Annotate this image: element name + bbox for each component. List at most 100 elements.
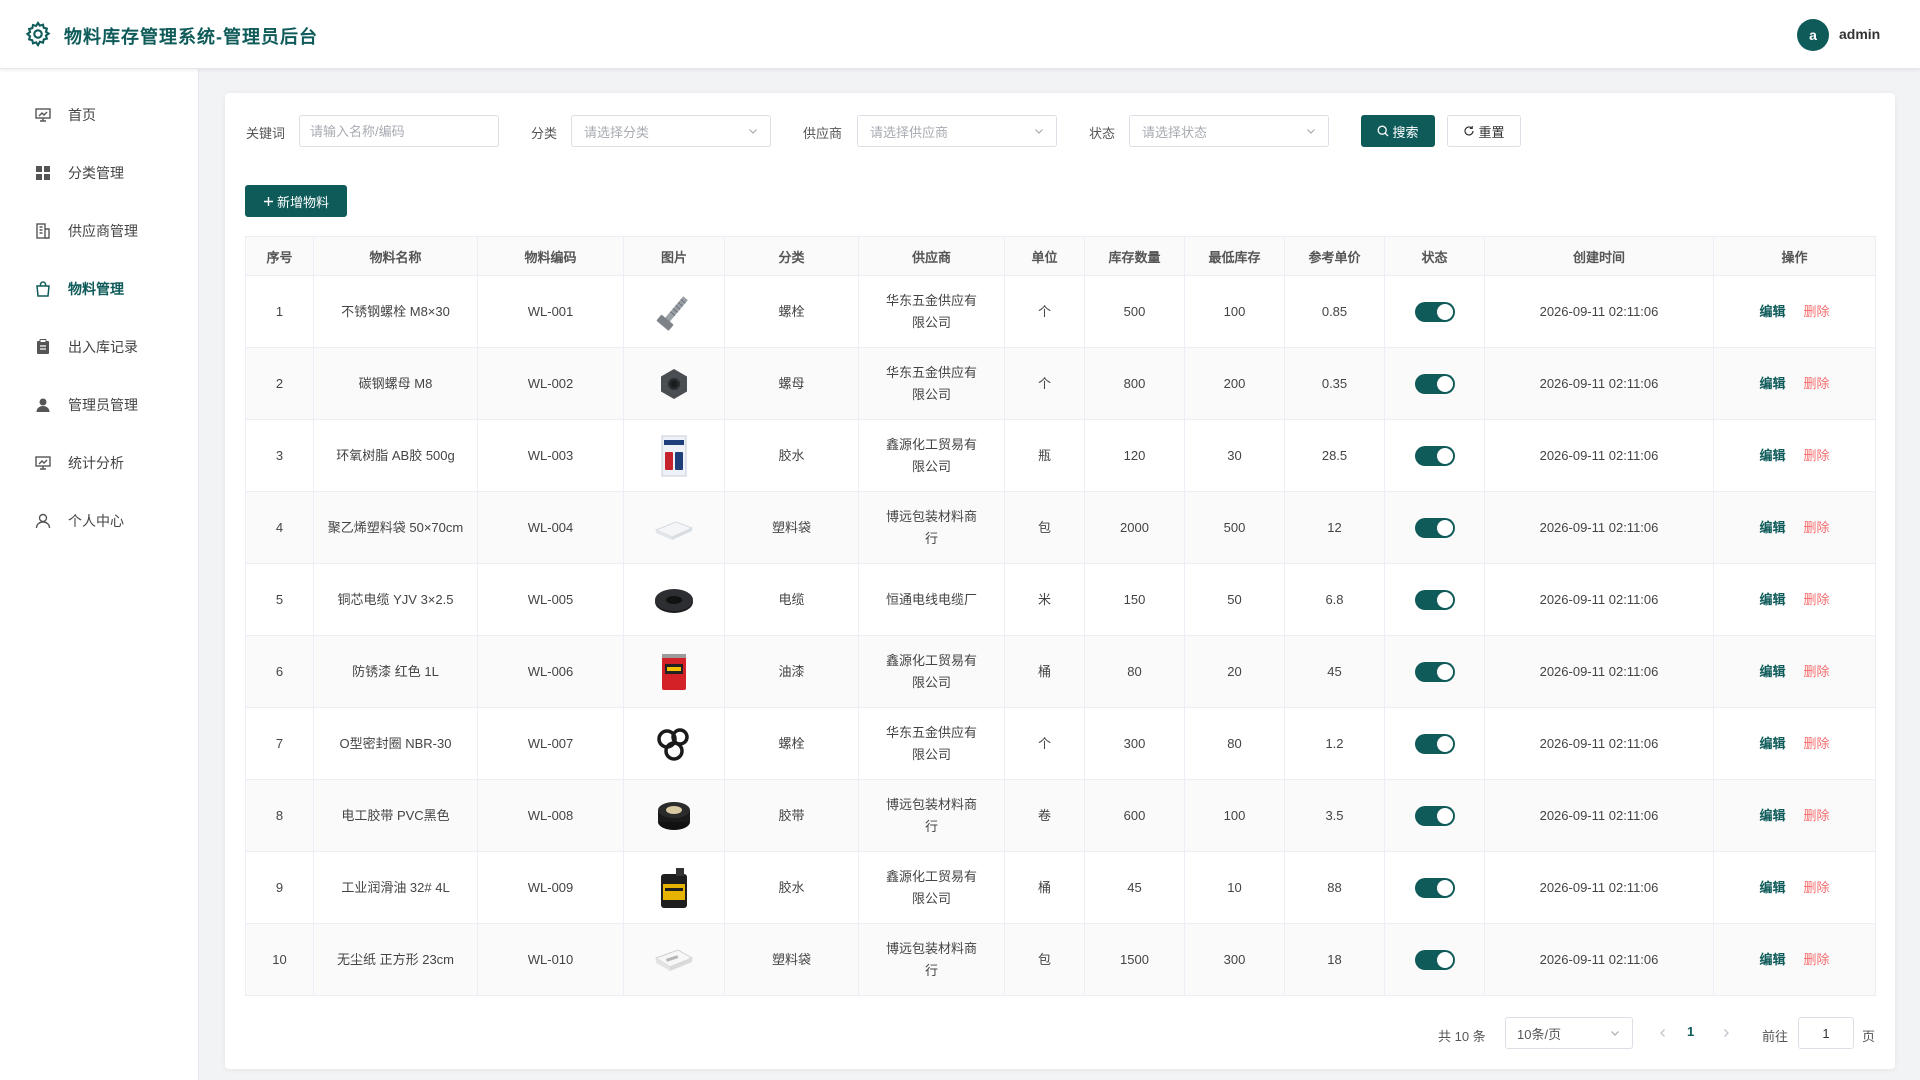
delete-button[interactable]: 删除: [1804, 952, 1830, 967]
delete-button[interactable]: 删除: [1804, 520, 1830, 535]
cell-status: [1384, 347, 1485, 420]
status-toggle[interactable]: [1414, 733, 1455, 754]
chevron-down-icon: [1611, 1031, 1619, 1036]
edit-button[interactable]: 编辑: [1759, 808, 1785, 823]
username[interactable]: admin: [1839, 26, 1880, 42]
cell-price: 0.35: [1284, 347, 1385, 420]
edit-button[interactable]: 编辑: [1759, 952, 1785, 967]
cell-unit: 米: [1004, 563, 1085, 636]
status-toggle[interactable]: [1414, 301, 1455, 322]
cell-unit: 桶: [1004, 851, 1085, 924]
cell-unit: 瓶: [1004, 419, 1085, 492]
cell-supplier: 博远包装材料商行: [858, 923, 1005, 996]
cell-actions: 编辑 删除: [1713, 491, 1876, 564]
cell-stock: 300: [1084, 707, 1185, 780]
sidebar-item-stock-records[interactable]: 出入库记录: [0, 325, 199, 369]
top-header: 物料库存管理系统-管理员后台 a admin: [0, 0, 1920, 69]
page-number-1[interactable]: 1: [1687, 1024, 1694, 1039]
delete-button[interactable]: 删除: [1804, 376, 1830, 391]
status-toggle[interactable]: [1414, 373, 1455, 394]
sidebar-item-suppliers[interactable]: 供应商管理: [0, 209, 199, 253]
status-toggle[interactable]: [1414, 517, 1455, 538]
table-row: 9 工业润滑油 32# 4L WL-009 胶水 鑫源化工贸易有限公司桶 45 10 88 20…: [245, 851, 1876, 924]
cell-supplier: 华东五金供应有限公司: [858, 347, 1005, 420]
sidebar-item-home[interactable]: 首页: [0, 93, 199, 137]
sidebar-item-label: 供应商管理: [68, 223, 138, 239]
sidebar-item-materials[interactable]: 物料管理: [0, 267, 199, 311]
cell-min-stock: 30: [1184, 419, 1285, 492]
prev-page-button[interactable]: [1653, 1023, 1673, 1043]
cell-category: 胶水: [724, 851, 859, 924]
cell-stock: 500: [1084, 275, 1185, 348]
cell-actions: 编辑 删除: [1713, 923, 1876, 996]
user-outline-icon: [35, 513, 51, 529]
delete-button[interactable]: 删除: [1804, 304, 1830, 319]
delete-button[interactable]: 删除: [1804, 880, 1830, 895]
supplier-text: 鑫源化工贸易有限公司: [885, 652, 977, 690]
cell-image: [623, 923, 725, 996]
cell-price: 3.5: [1284, 779, 1385, 852]
column-header: 操作: [1713, 236, 1876, 276]
sidebar-item-label: 管理员管理: [68, 397, 138, 413]
cell-index: 1: [245, 275, 314, 348]
delete-button[interactable]: 删除: [1804, 736, 1830, 751]
cell-unit: 个: [1004, 347, 1085, 420]
cell-price: 88: [1284, 851, 1385, 924]
paper-pack-image: [650, 936, 698, 984]
cell-status: [1384, 275, 1485, 348]
sidebar-item-statistics[interactable]: 统计分析: [0, 441, 199, 485]
cell-stock: 45: [1084, 851, 1185, 924]
column-header: 图片: [623, 236, 725, 276]
edit-button[interactable]: 编辑: [1759, 736, 1785, 751]
cell-price: 45: [1284, 635, 1385, 708]
delete-button[interactable]: 删除: [1804, 664, 1830, 679]
cell-code: WL-007: [477, 707, 624, 780]
sidebar-item-categories[interactable]: 分类管理: [0, 151, 199, 195]
sidebar-item-admins[interactable]: 管理员管理: [0, 383, 199, 427]
delete-button[interactable]: 删除: [1804, 808, 1830, 823]
status-toggle[interactable]: [1414, 589, 1455, 610]
refresh-icon: [1464, 126, 1475, 136]
status-toggle[interactable]: [1414, 805, 1455, 826]
status-toggle[interactable]: [1414, 949, 1455, 970]
edit-button[interactable]: 编辑: [1759, 664, 1785, 679]
delete-button[interactable]: 删除: [1804, 448, 1830, 463]
edit-button[interactable]: 编辑: [1759, 304, 1785, 319]
sidebar-item-profile[interactable]: 个人中心: [0, 499, 199, 543]
edit-button[interactable]: 编辑: [1759, 592, 1785, 607]
materials-panel: 关键词 分类 请选择分类 供应商 请选择供应商 状态 请选择状态 搜索 重置 新…: [225, 93, 1895, 1069]
search-button[interactable]: 搜索: [1361, 115, 1435, 147]
status-toggle[interactable]: [1414, 445, 1455, 466]
delete-button[interactable]: 删除: [1804, 592, 1830, 607]
add-material-button[interactable]: 新增物料: [245, 185, 347, 217]
cell-price: 6.8: [1284, 563, 1385, 636]
keyword-input[interactable]: [299, 115, 499, 147]
cell-actions: 编辑 删除: [1713, 347, 1876, 420]
supplier-text: 鑫源化工贸易有限公司: [885, 868, 977, 906]
cell-unit: 个: [1004, 275, 1085, 348]
cell-price: 28.5: [1284, 419, 1385, 492]
cell-index: 4: [245, 491, 314, 564]
supplier-text: 博远包装材料商行: [885, 508, 977, 546]
cell-code: WL-008: [477, 779, 624, 852]
edit-button[interactable]: 编辑: [1759, 520, 1785, 535]
goto-page-input[interactable]: [1798, 1017, 1854, 1049]
cell-name: 碳钢螺母 M8: [313, 347, 478, 420]
cell-code: WL-006: [477, 635, 624, 708]
column-header: 供应商: [858, 236, 1005, 276]
edit-button[interactable]: 编辑: [1759, 376, 1785, 391]
page-size-select[interactable]: 10条/页: [1505, 1017, 1633, 1049]
status-toggle[interactable]: [1414, 661, 1455, 682]
edit-button[interactable]: 编辑: [1759, 880, 1785, 895]
next-page-button[interactable]: [1716, 1023, 1736, 1043]
reset-button[interactable]: 重置: [1447, 115, 1521, 147]
cell-created: 2026-09-11 02:11:06: [1484, 563, 1714, 636]
edit-button[interactable]: 编辑: [1759, 448, 1785, 463]
status-select[interactable]: 请选择状态: [1129, 115, 1329, 147]
status-toggle[interactable]: [1414, 877, 1455, 898]
category-select[interactable]: 请选择分类: [571, 115, 771, 147]
supplier-select[interactable]: 请选择供应商: [857, 115, 1057, 147]
avatar[interactable]: a: [1797, 19, 1829, 51]
cell-created: 2026-09-11 02:11:06: [1484, 635, 1714, 708]
cell-image: [623, 275, 725, 348]
